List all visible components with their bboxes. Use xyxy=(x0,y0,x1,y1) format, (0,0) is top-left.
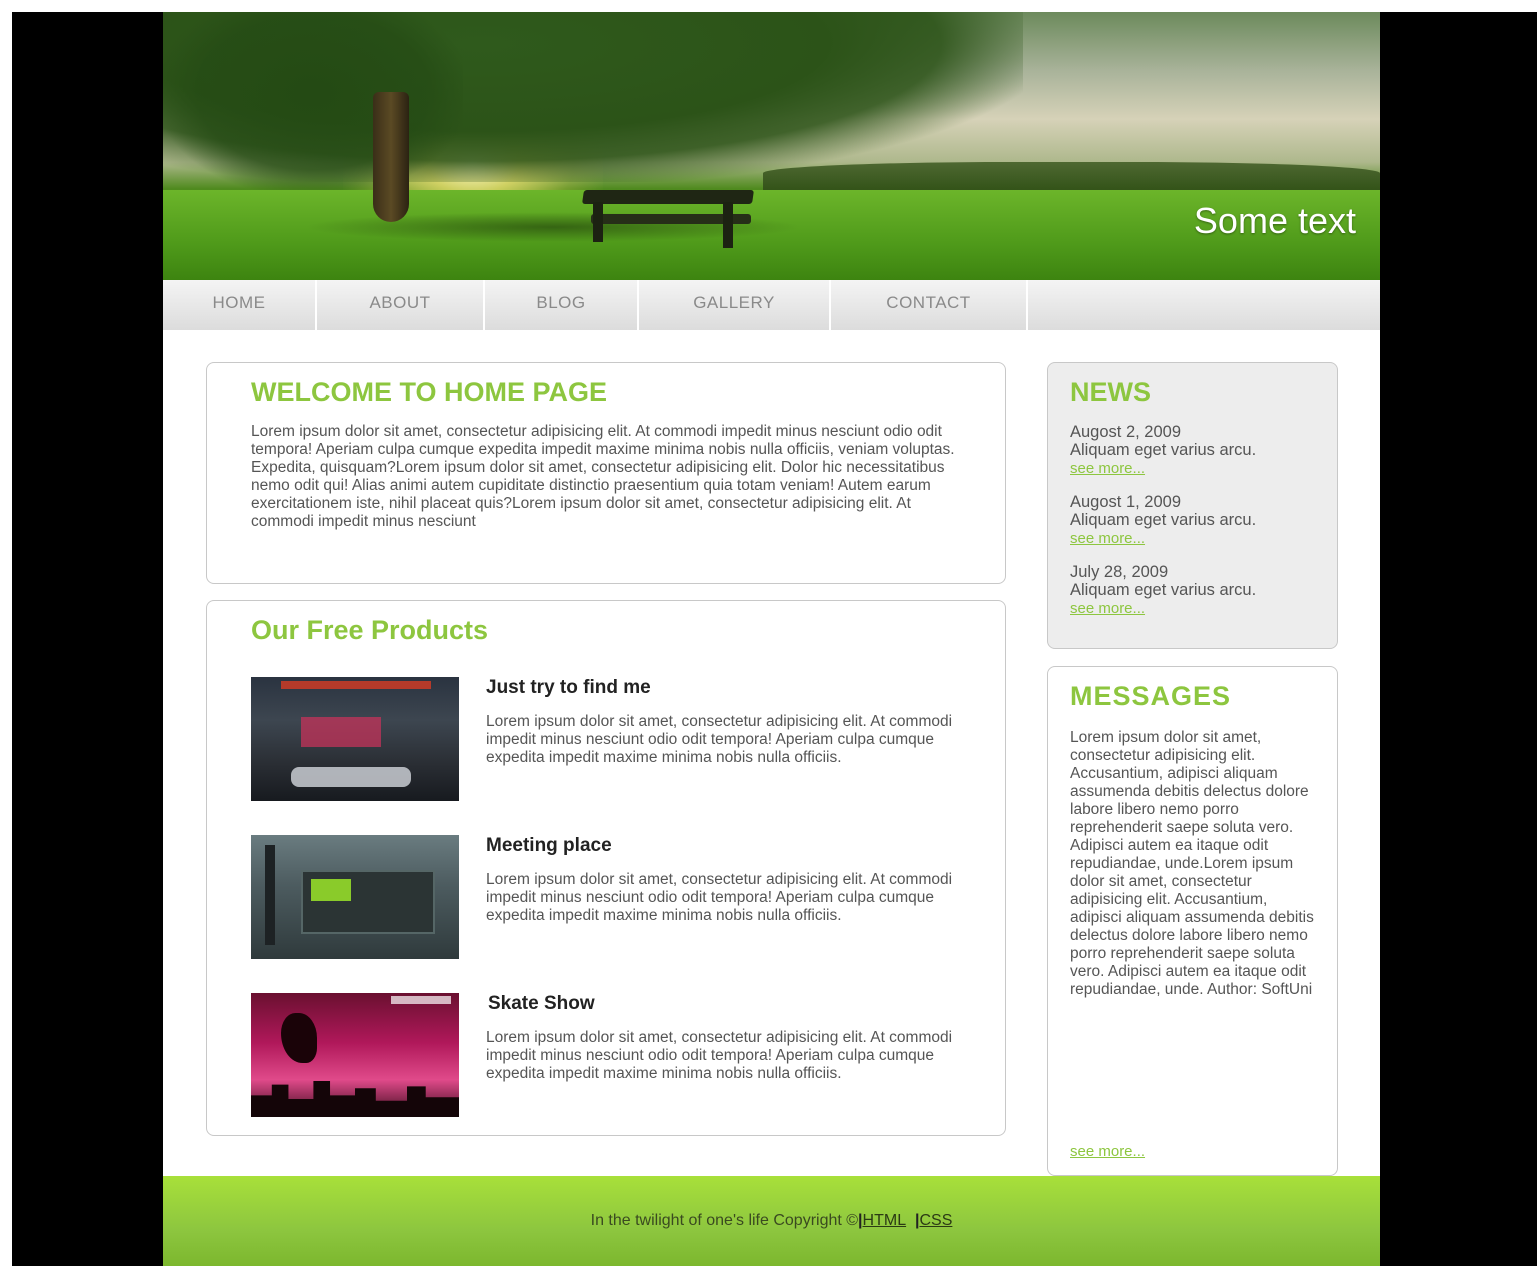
top-white-strip xyxy=(0,0,1537,12)
messages-box: MESSAGES Lorem ipsum dolor sit amet, con… xyxy=(1047,666,1338,1176)
see-more-link[interactable]: see more... xyxy=(1070,1143,1145,1160)
product-title: Meeting place xyxy=(486,835,612,856)
header-banner: Some text xyxy=(163,12,1380,280)
news-item: July 28, 2009 Aliquam eget varius arcu. … xyxy=(1070,563,1330,618)
see-more-link[interactable]: see more... xyxy=(1070,600,1145,617)
footer: In the twilight of one's life Copyright … xyxy=(163,1176,1380,1266)
product-item: Skate Show Lorem ipsum dolor sit amet, c… xyxy=(251,993,971,1123)
bench-leg xyxy=(723,202,733,248)
welcome-box: WELCOME TO HOME PAGE Lorem ipsum dolor s… xyxy=(206,362,1006,584)
messages-title: MESSAGES xyxy=(1070,681,1232,711)
welcome-body: Lorem ipsum dolor sit amet, consectetur … xyxy=(251,423,955,530)
tree-canopy-left xyxy=(163,12,463,192)
distant-treeline xyxy=(763,162,1380,190)
news-text: Aliquam eget varius arcu. xyxy=(1070,441,1257,459)
news-item: Augost 2, 2009 Aliquam eget varius arcu.… xyxy=(1070,423,1330,478)
nav-item-home[interactable]: HOME xyxy=(163,280,317,330)
product-description: Lorem ipsum dolor sit amet, consectetur … xyxy=(486,1029,953,1082)
product-description: Lorem ipsum dolor sit amet, consectetur … xyxy=(486,871,953,924)
see-more-link[interactable]: see more... xyxy=(1070,530,1145,547)
news-date: Augost 2, 2009 xyxy=(1070,423,1182,441)
product-thumbnail[interactable] xyxy=(251,677,459,801)
page: Some text HOME ABOUT BLOG GALLERY CONTAC… xyxy=(163,12,1380,1266)
news-date: Augost 1, 2009 xyxy=(1070,493,1182,511)
news-item: Augost 1, 2009 Aliquam eget varius arcu.… xyxy=(1070,493,1330,548)
copyright-text: In the twilight of one's life Copyright … xyxy=(590,1212,859,1229)
news-title: NEWS xyxy=(1070,377,1151,407)
html-link[interactable]: HTML xyxy=(863,1212,907,1229)
footer-text: In the twilight of one's life Copyright … xyxy=(163,1212,1380,1230)
news-date: July 28, 2009 xyxy=(1070,563,1169,581)
main-nav: HOME ABOUT BLOG GALLERY CONTACT xyxy=(163,280,1380,330)
product-thumbnail[interactable] xyxy=(251,993,459,1117)
news-text: Aliquam eget varius arcu. xyxy=(1070,581,1257,599)
product-title: Just try to find me xyxy=(486,677,651,698)
product-item: Meeting place Lorem ipsum dolor sit amet… xyxy=(251,835,971,965)
welcome-title: WELCOME TO HOME PAGE xyxy=(251,377,608,407)
bench-leg xyxy=(593,202,603,242)
product-description: Lorem ipsum dolor sit amet, consectetur … xyxy=(486,713,953,766)
left-white-strip xyxy=(0,0,12,1266)
messages-body: Lorem ipsum dolor sit amet, consectetur … xyxy=(1070,729,1314,998)
nav-item-gallery[interactable]: GALLERY xyxy=(639,280,831,330)
products-title: Our Free Products xyxy=(251,615,489,645)
product-item: Just try to find me Lorem ipsum dolor si… xyxy=(251,677,971,807)
nav-item-blog[interactable]: BLOG xyxy=(485,280,639,330)
product-title: Skate Show xyxy=(488,993,595,1014)
header-text: Some text xyxy=(1193,200,1356,241)
tree-trunk xyxy=(373,92,409,222)
products-box: Our Free Products Just try to find me Lo… xyxy=(206,600,1006,1136)
product-thumbnail[interactable] xyxy=(251,835,459,959)
see-more-link[interactable]: see more... xyxy=(1070,460,1145,477)
nav-item-about[interactable]: ABOUT xyxy=(317,280,485,330)
news-text: Aliquam eget varius arcu. xyxy=(1070,511,1257,529)
nav-item-contact[interactable]: CONTACT xyxy=(831,280,1028,330)
news-box: NEWS Augost 2, 2009 Aliquam eget varius … xyxy=(1047,362,1338,649)
css-link[interactable]: CSS xyxy=(919,1212,952,1229)
